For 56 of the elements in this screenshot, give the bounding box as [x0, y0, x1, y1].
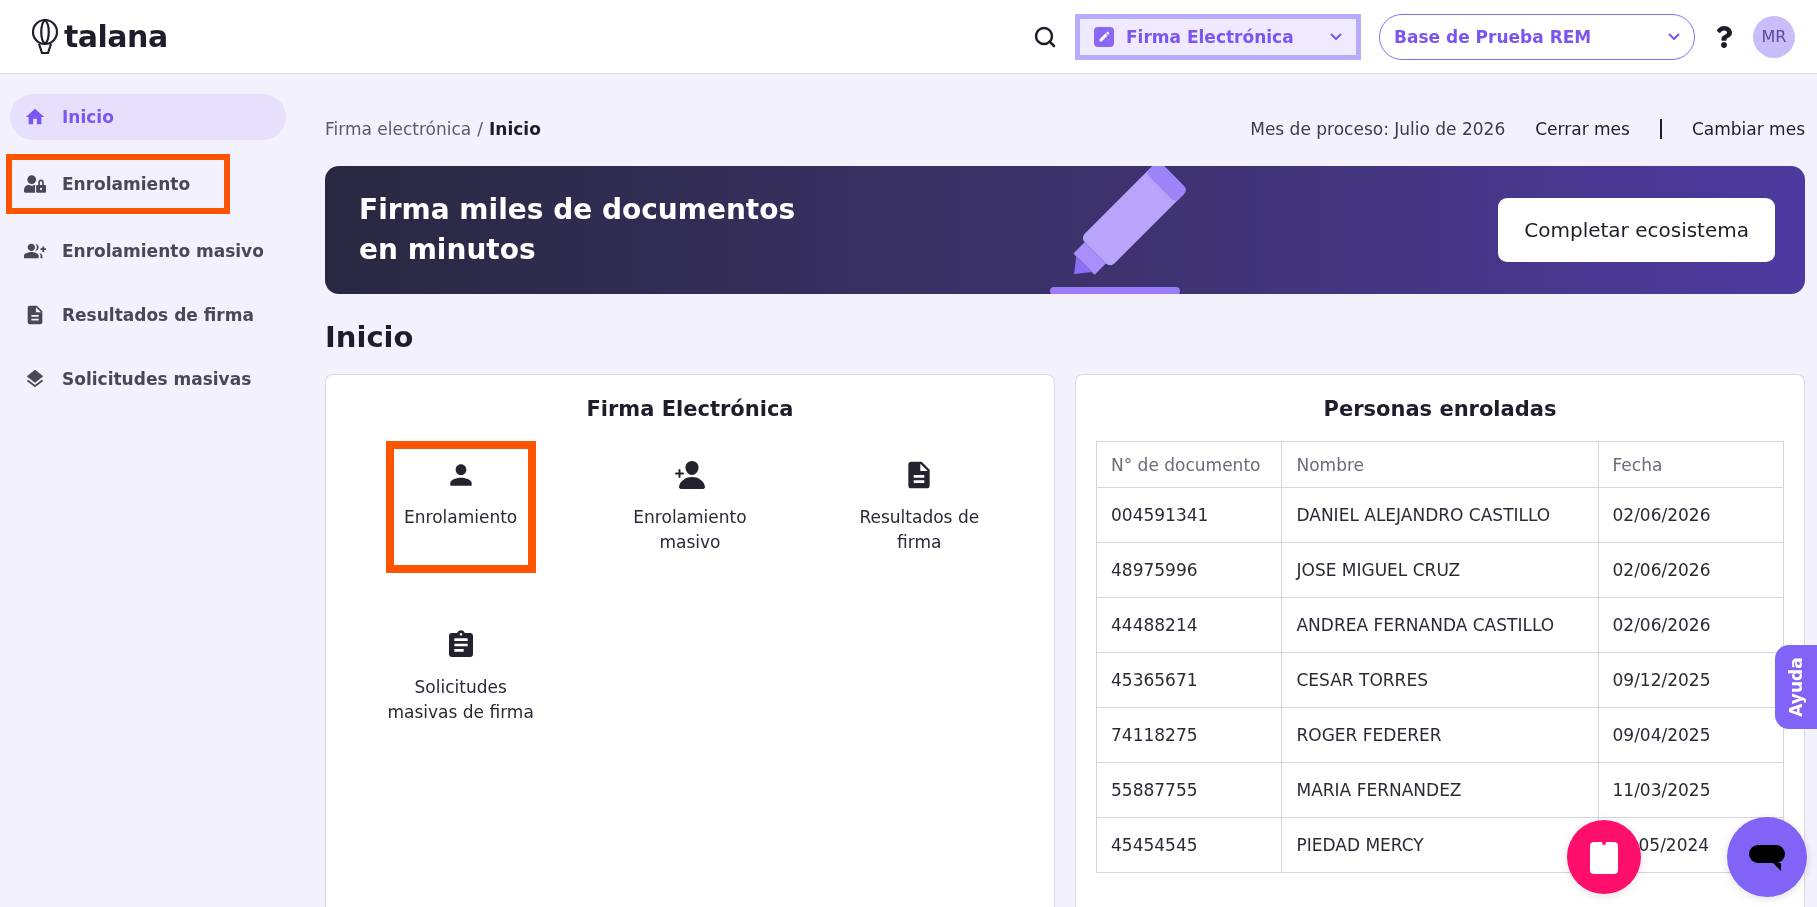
sidebar-item[interactable]: Inicio — [10, 94, 286, 140]
table-cell: ANDREA FERNANDA CASTILLO — [1282, 597, 1598, 653]
process-month: Mes de proceso: Julio de 2026 — [1250, 119, 1506, 139]
card-title: Firma Electrónica — [586, 397, 794, 421]
card-title: Personas enroladas — [1323, 397, 1557, 421]
page-title: Inicio — [325, 320, 415, 354]
complete-ecosystem-button[interactable]: Completar ecosistema — [1498, 198, 1775, 262]
table-cell: 55887755 — [1096, 762, 1282, 818]
banner-title: Firma miles de documentos en minutos — [359, 192, 797, 268]
shortcut-label: Resultados de firma — [858, 506, 981, 554]
user-lock-icon — [24, 173, 46, 195]
logo-text[interactable]: talana — [64, 19, 168, 54]
shortcut-label: Enrolamiento masivo — [632, 506, 748, 554]
sidebar-item[interactable]: Enrolamiento masivo — [10, 228, 286, 274]
table-cell: CESAR TORRES — [1282, 652, 1598, 708]
shortcut-link[interactable]: Enrolamiento masivo — [615, 441, 765, 573]
table-cell: 11/03/2025 — [1598, 762, 1784, 818]
shortcut-link[interactable]: Enrolamiento — [385, 441, 536, 573]
table-cell: JOSE MIGUEL CRUZ — [1282, 542, 1598, 598]
sidebar-item[interactable]: Resultados de firma — [10, 292, 286, 338]
breadcrumb-separator: / — [477, 119, 483, 139]
table-cell: 02/06/2026 — [1598, 542, 1784, 598]
table-cell: DANIEL ALEJANDRO CASTILLO — [1282, 487, 1598, 543]
column-header: Nombre — [1282, 441, 1598, 488]
column-header: Fecha — [1598, 441, 1784, 488]
shortcut-label: Enrolamiento — [404, 506, 518, 529]
table-cell: 004591341 — [1096, 487, 1282, 543]
sidebar-item[interactable]: Enrolamiento — [10, 158, 226, 210]
shortcut-link[interactable]: Solicitudes masivas de firma — [385, 611, 536, 743]
chevron-down-icon — [1668, 33, 1680, 40]
shortcut-link[interactable]: Resultados de firma — [844, 441, 995, 573]
breadcrumb-link[interactable]: Inicio — [489, 119, 541, 139]
pencil-icon — [1094, 26, 1114, 47]
column-header: N° de documento — [1096, 441, 1282, 488]
shortcut-label: Solicitudes masivas de firma — [386, 676, 535, 724]
chevron-down-icon — [1330, 33, 1342, 40]
user-avatar[interactable]: MR — [1753, 15, 1795, 58]
table-cell: 45365671 — [1096, 652, 1282, 708]
company-select[interactable]: Base de Prueba REM — [1379, 13, 1695, 60]
table-cell: 48975996 — [1096, 542, 1282, 598]
sidebar-item[interactable]: Solicitudes masivas — [10, 356, 286, 402]
breadcrumb-link[interactable]: Firma electrónica — [325, 119, 472, 139]
table-cell: 02/06/2026 — [1598, 487, 1784, 543]
table-cell: ROGER FEDERER — [1282, 707, 1598, 763]
month-link[interactable]: Cerrar mes — [1505, 119, 1660, 139]
table-cell: 74118275 — [1096, 707, 1282, 763]
module-select[interactable]: Firma Electrónica — [1075, 13, 1361, 60]
search-icon[interactable] — [1033, 24, 1057, 49]
table-cell: 44488214 — [1096, 597, 1282, 653]
balloon-icon — [30, 18, 60, 55]
layers-icon — [24, 368, 46, 390]
month-link[interactable]: Cambiar mes — [1659, 119, 1805, 139]
help-tab[interactable]: Ayuda — [1775, 645, 1817, 729]
table-cell: 45454545 — [1096, 817, 1282, 873]
table-cell: MARIA FERNANDEZ — [1282, 762, 1598, 818]
person-add-icon — [674, 459, 706, 491]
